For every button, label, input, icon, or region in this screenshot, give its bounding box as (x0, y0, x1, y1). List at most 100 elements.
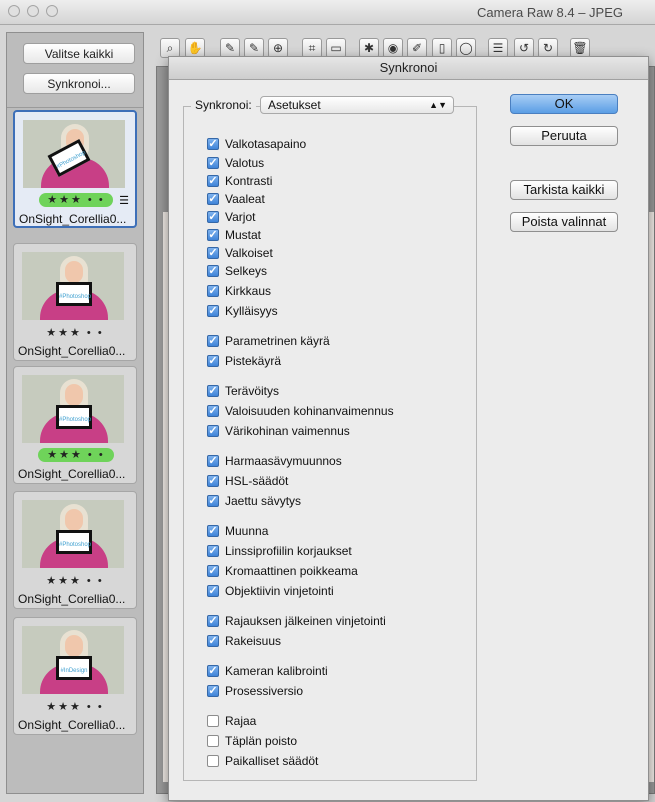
sync-option-row[interactable]: ✓ Harmaasävymuunnos (207, 452, 342, 470)
sync-option-row[interactable]: ✓ Kameran kalibrointi (207, 662, 328, 680)
zoom-icon[interactable]: ⌕ (160, 38, 180, 58)
white-balance-icon[interactable]: ✎ (220, 38, 240, 58)
sync-option-row[interactable]: ✓ Kromaattinen poikkeama (207, 562, 358, 580)
target-adjust-icon[interactable]: ⊕ (268, 38, 288, 58)
cancel-button[interactable]: Peruuta (510, 126, 618, 146)
checkbox-checked-icon[interactable]: ✓ (207, 544, 219, 557)
uncheck-all-button[interactable]: Poista valinnat (510, 212, 618, 232)
straighten-icon[interactable]: ▭ (326, 38, 346, 58)
sync-option-row[interactable]: ✓ Rajauksen jälkeinen vinjetointi (207, 612, 386, 630)
sync-option-row[interactable]: ✓ Objektiivin vinjetointi (207, 582, 334, 600)
close-window-button[interactable] (8, 5, 20, 17)
zoom-window-button[interactable] (46, 5, 58, 17)
sync-option-row[interactable]: ✓ Pistekäyrä (207, 352, 281, 370)
adjustment-brush-icon[interactable]: ✐ (407, 38, 427, 58)
rating-stars[interactable]: ★★★ • • (14, 700, 136, 713)
sync-option-label: Värikohinan vaimennus (225, 424, 350, 438)
checkbox-checked-icon[interactable]: ✓ (207, 228, 219, 241)
checkbox-checked-icon[interactable]: ✓ (207, 634, 219, 647)
sync-option-row[interactable]: ✓ Kylläisyys (207, 302, 278, 320)
checkbox-checked-icon[interactable]: ✓ (207, 264, 219, 277)
sync-option-row[interactable]: ✓ Kirkkaus (207, 282, 271, 300)
filmstrip-thumbnail[interactable]: #Photoshop ★★★ • • ☰ OnSight_Corellia0... (13, 110, 137, 228)
checkbox-checked-icon[interactable]: ✓ (207, 524, 219, 537)
rating-stars[interactable]: ★★★ • • (14, 574, 136, 587)
minimize-window-button[interactable] (27, 5, 39, 17)
sync-option-row[interactable]: ✓ Valkoiset (207, 244, 273, 262)
checkbox-checked-icon[interactable]: ✓ (207, 424, 219, 437)
rating-stars[interactable]: ★★★ • • (38, 448, 114, 462)
filmstrip-thumbnail[interactable]: #InDesign ★★★ • • OnSight_Corellia0... (13, 617, 137, 735)
checkbox-checked-icon[interactable]: ✓ (207, 210, 219, 223)
filmstrip-thumbnail[interactable]: #Photoshop ★★★ • • OnSight_Corellia0... (13, 243, 137, 361)
checkbox-unchecked-icon[interactable] (207, 734, 219, 747)
sync-option-row[interactable]: ✓ Linssiprofiilin korjaukset (207, 542, 352, 560)
synchronize-button[interactable]: Synkronoi... (23, 73, 135, 94)
sync-option-row[interactable]: ✓ Rakeisuus (207, 632, 281, 650)
sync-option-row[interactable]: ✓ Muunna (207, 522, 268, 540)
checkbox-checked-icon[interactable]: ✓ (207, 474, 219, 487)
list-icon[interactable]: ☰ (488, 38, 508, 58)
checkbox-checked-icon[interactable]: ✓ (207, 404, 219, 417)
checkbox-unchecked-icon[interactable] (207, 754, 219, 767)
checkbox-checked-icon[interactable]: ✓ (207, 192, 219, 205)
checkbox-checked-icon[interactable]: ✓ (207, 304, 219, 317)
checkbox-checked-icon[interactable]: ✓ (207, 384, 219, 397)
sync-option-row[interactable]: ✓ Selkeys (207, 262, 267, 280)
checkbox-checked-icon[interactable]: ✓ (207, 174, 219, 187)
sync-option-row[interactable]: ✓ Valotus (207, 154, 264, 172)
trash-icon[interactable]: 🗑 (570, 38, 590, 58)
sync-option-row[interactable]: Rajaa (207, 712, 256, 730)
checkbox-checked-icon[interactable]: ✓ (207, 284, 219, 297)
sync-option-row[interactable]: ✓ Valoisuuden kohinanvaimennus (207, 402, 394, 420)
checkbox-checked-icon[interactable]: ✓ (207, 246, 219, 259)
sync-option-row[interactable]: ✓ Parametrinen käyrä (207, 332, 330, 350)
sync-option-row[interactable]: ✓ Kontrasti (207, 172, 272, 190)
checkbox-checked-icon[interactable]: ✓ (207, 156, 219, 169)
sync-option-row[interactable]: ✓ Värikohinan vaimennus (207, 422, 350, 440)
sync-option-label: Parametrinen käyrä (225, 334, 330, 348)
sync-option-row[interactable]: Paikalliset säädöt (207, 752, 318, 770)
crop-icon[interactable]: ⌗ (302, 38, 322, 58)
checkbox-checked-icon[interactable]: ✓ (207, 494, 219, 507)
sync-option-row[interactable]: Täplän poisto (207, 732, 297, 750)
spot-removal-icon[interactable]: ✱ (359, 38, 379, 58)
filmstrip-thumbnail[interactable]: #Photoshop ★★★ • • OnSight_Corellia0... (13, 491, 137, 609)
checkbox-checked-icon[interactable]: ✓ (207, 564, 219, 577)
sync-option-row[interactable]: ✓ Mustat (207, 226, 261, 244)
filmstrip-thumbnail[interactable]: #Photoshop ★★★ • • OnSight_Corellia0... (13, 366, 137, 484)
rotate-ccw-icon[interactable]: ↺ (514, 38, 534, 58)
sync-option-row[interactable]: ✓ Vaaleat (207, 190, 265, 208)
checkbox-checked-icon[interactable]: ✓ (207, 614, 219, 627)
rotate-cw-icon[interactable]: ↻ (538, 38, 558, 58)
color-sampler-icon[interactable]: ✎ (244, 38, 264, 58)
checkbox-checked-icon[interactable]: ✓ (207, 584, 219, 597)
checkbox-checked-icon[interactable]: ✓ (207, 334, 219, 347)
sync-option-row[interactable]: ✓ Terävöitys (207, 382, 279, 400)
sync-option-row[interactable]: ✓ Prosessiversio (207, 682, 303, 700)
rating-stars[interactable]: ★★★ • • (14, 326, 136, 339)
check-all-button[interactable]: Tarkista kaikki (510, 180, 618, 200)
checkbox-checked-icon[interactable]: ✓ (207, 664, 219, 677)
checkbox-checked-icon[interactable]: ✓ (207, 684, 219, 697)
sync-option-row[interactable]: ✓ Varjot (207, 208, 255, 226)
checkbox-checked-icon[interactable]: ✓ (207, 454, 219, 467)
sync-option-row[interactable]: ✓ Jaettu sävytys (207, 492, 301, 510)
checkbox-checked-icon[interactable]: ✓ (207, 354, 219, 367)
hand-icon[interactable]: ✋ (185, 38, 205, 58)
sync-option-label: Kylläisyys (225, 304, 278, 318)
sync-option-label: Kirkkaus (225, 284, 272, 298)
checkbox-checked-icon[interactable]: ✓ (207, 137, 219, 150)
checkbox-unchecked-icon[interactable] (207, 714, 219, 727)
rating-stars[interactable]: ★★★ • • (39, 193, 113, 207)
thumbnail-filename: OnSight_Corellia0... (18, 592, 126, 606)
red-eye-icon[interactable]: ◉ (383, 38, 403, 58)
sync-preset-select[interactable]: Asetukset ▲▼ (260, 96, 454, 114)
ok-button[interactable]: OK (510, 94, 618, 114)
sync-option-row[interactable]: ✓ Valkotasapaino (207, 135, 306, 153)
sync-option-row[interactable]: ✓ HSL-säädöt (207, 472, 288, 490)
radial-filter-icon[interactable]: ◯ (456, 38, 476, 58)
sync-option-label: Valoisuuden kohinanvaimennus (225, 404, 394, 418)
select-all-button[interactable]: Valitse kaikki (23, 43, 135, 64)
graduated-filter-icon[interactable]: ▯ (432, 38, 452, 58)
